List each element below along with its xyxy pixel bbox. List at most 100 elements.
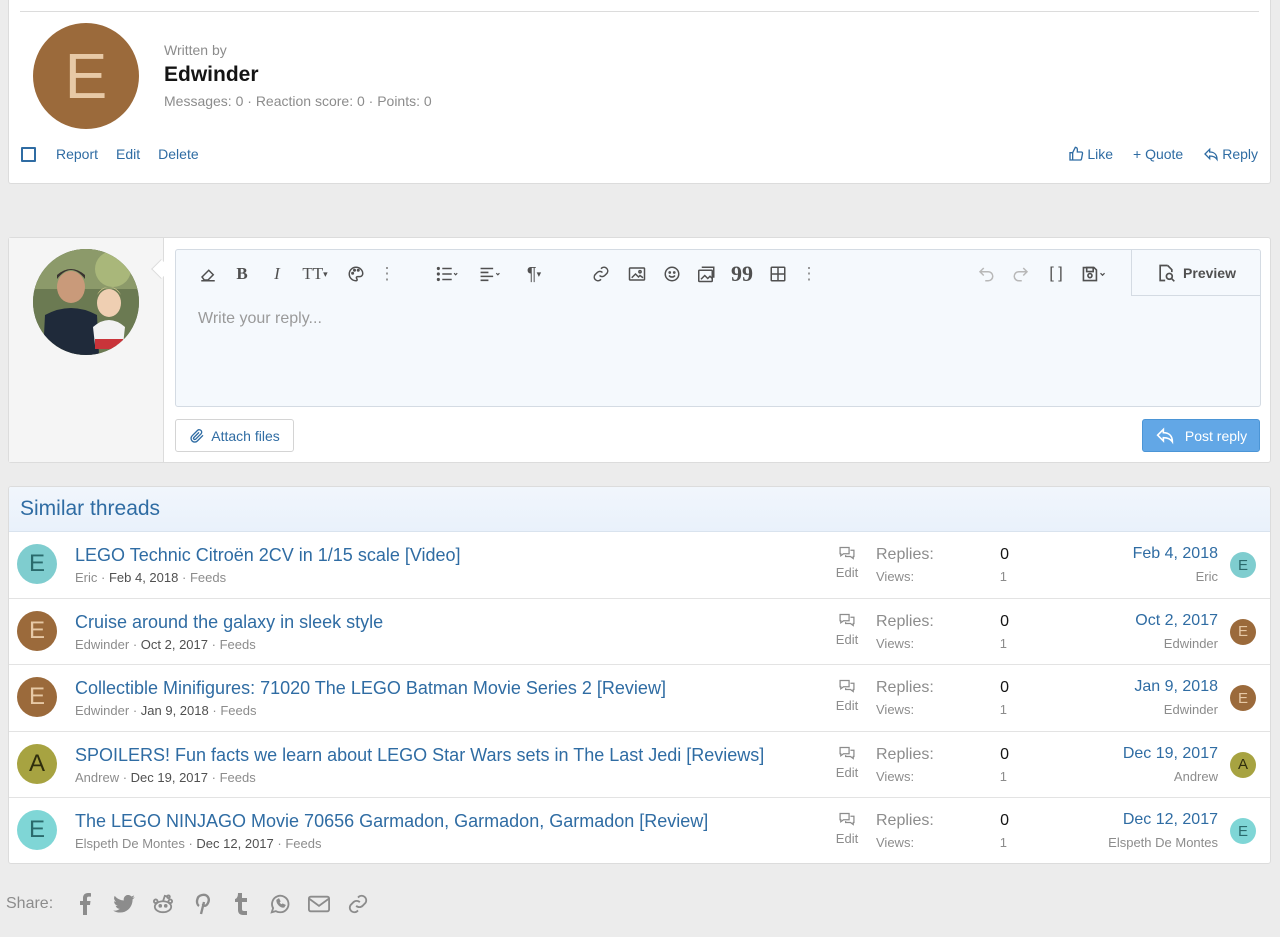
report-link[interactable]: Report	[56, 146, 98, 162]
thread-author-link[interactable]: Eric	[75, 570, 97, 585]
thread-forum-link[interactable]: Feeds	[220, 703, 256, 718]
twitter-icon[interactable]	[104, 895, 143, 913]
last-post-date-link[interactable]: Jan 9, 2018	[1134, 678, 1218, 696]
thread-edit-button[interactable]: Edit	[827, 612, 867, 647]
quote-button[interactable]: + Quote	[1133, 146, 1183, 162]
author-name[interactable]: Edwinder	[164, 63, 259, 87]
thread-start-date[interactable]: Feb 4, 2018	[109, 570, 178, 585]
reply-editor[interactable]: B I TT ▾ ⋮ ¶ ▾ 99 ⋮ [] Preview Write yo…	[175, 249, 1261, 407]
thread-start-date[interactable]: Oct 2, 2017	[141, 637, 208, 652]
link-icon[interactable]	[338, 893, 377, 915]
thread-forum-link[interactable]: Feeds	[220, 637, 256, 652]
facebook-icon[interactable]	[65, 893, 104, 915]
thread-forum-link[interactable]: Feeds	[220, 770, 256, 785]
similar-threads: Similar threads E LEGO Technic Citroën 2…	[8, 486, 1271, 864]
author-stats: Messages: 0 · Reaction score: 0 · Points…	[164, 93, 432, 109]
thread-start-date[interactable]: Dec 12, 2017	[196, 836, 273, 851]
attach-files-button[interactable]: Attach files	[175, 419, 294, 452]
table-icon[interactable]	[766, 263, 790, 285]
italic-icon[interactable]: I	[265, 263, 289, 285]
thread-title-link[interactable]: The LEGO NINJAGO Movie 70656 Garmadon, G…	[75, 811, 708, 832]
edit-link[interactable]: Edit	[116, 146, 140, 162]
last-post-user-avatar[interactable]: A	[1230, 751, 1256, 778]
whatsapp-icon[interactable]	[260, 893, 299, 915]
thread-title-link[interactable]: SPOILERS! Fun facts we learn about LEGO …	[75, 745, 764, 766]
post-reply-label: Post reply	[1184, 427, 1248, 444]
drafts-icon[interactable]	[1076, 263, 1112, 285]
thread-author-link[interactable]: Edwinder	[75, 637, 129, 652]
bold-icon[interactable]: B	[230, 263, 254, 285]
email-icon[interactable]	[299, 895, 338, 913]
written-by-label: Written by	[164, 42, 227, 58]
tumblr-icon[interactable]	[221, 893, 260, 915]
delete-link[interactable]: Delete	[158, 146, 198, 162]
thread-edit-button[interactable]: Edit	[827, 545, 867, 580]
thread-author-avatar[interactable]: E	[17, 610, 57, 651]
last-post-date-link[interactable]: Dec 12, 2017	[1123, 811, 1218, 829]
thread-edit-button[interactable]: Edit	[827, 811, 867, 846]
thread-forum-link[interactable]: Feeds	[285, 836, 321, 851]
thread-author-link[interactable]: Elspeth De Montes	[75, 836, 185, 851]
post-actions-right: Like + Quote Reply	[1048, 146, 1258, 162]
last-post-user-link[interactable]: Eric	[1196, 569, 1218, 584]
user-avatar[interactable]	[33, 249, 139, 355]
share-bar: Share:	[6, 893, 377, 915]
image-icon[interactable]	[625, 263, 649, 285]
thread-edit-button[interactable]: Edit	[827, 678, 867, 713]
thread-start-date[interactable]: Dec 19, 2017	[131, 770, 208, 785]
preview-button[interactable]: Preview	[1131, 250, 1260, 296]
preview-icon	[1159, 264, 1175, 282]
like-button[interactable]: Like	[1068, 146, 1113, 162]
list-icon[interactable]	[430, 263, 464, 285]
comments-icon	[839, 680, 855, 693]
media-icon[interactable]	[695, 263, 719, 285]
select-post-checkbox[interactable]	[21, 146, 36, 162]
thread-author-avatar[interactable]: E	[17, 544, 57, 584]
thread-title-link[interactable]: Cruise around the galaxy in sleek style	[75, 612, 383, 633]
reply-button[interactable]: Reply	[1203, 146, 1258, 162]
thread-title-link[interactable]: Collectible Minifigures: 71020 The LEGO …	[75, 678, 666, 699]
thread-author-avatar[interactable]: E	[17, 810, 57, 851]
replies-count: 0	[1000, 812, 1009, 830]
palette-icon[interactable]	[344, 263, 368, 285]
views-label: Views:	[876, 768, 915, 784]
last-post-date-link[interactable]: Dec 19, 2017	[1123, 745, 1218, 763]
last-post-user-link[interactable]: Edwinder	[1164, 636, 1218, 651]
last-post-user-avatar[interactable]: E	[1230, 685, 1256, 712]
quote-icon[interactable]: 99	[730, 261, 754, 286]
last-post-user-link[interactable]: Elspeth De Montes	[1108, 835, 1218, 850]
reply-input[interactable]: Write your reply...	[198, 310, 322, 328]
thread-author-link[interactable]: Andrew	[75, 770, 119, 785]
thread-author-avatar[interactable]: A	[17, 743, 57, 784]
undo-icon[interactable]	[974, 263, 998, 285]
thread-author-avatar[interactable]: E	[17, 677, 57, 718]
paragraph-icon[interactable]: ¶ ▾	[517, 263, 551, 285]
author-avatar[interactable]: E	[33, 23, 139, 129]
pinterest-icon[interactable]	[182, 893, 221, 915]
last-post-date-link[interactable]: Feb 4, 2018	[1133, 545, 1218, 563]
last-post-user-avatar[interactable]: E	[1230, 818, 1256, 845]
thread-start-date[interactable]: Jan 9, 2018	[141, 703, 209, 718]
last-post-user-link[interactable]: Edwinder	[1164, 702, 1218, 717]
eraser-icon[interactable]	[196, 263, 220, 285]
more-vertical-icon[interactable]: ⋮	[797, 263, 821, 285]
reddit-icon[interactable]	[143, 894, 182, 914]
align-icon[interactable]	[473, 263, 507, 285]
text-size-icon[interactable]: TT ▾	[298, 263, 332, 285]
last-post-user-avatar[interactable]: E	[1230, 618, 1256, 645]
last-post-date-link[interactable]: Oct 2, 2017	[1135, 612, 1218, 630]
redo-icon[interactable]	[1009, 263, 1033, 285]
thread-edit-button[interactable]: Edit	[827, 745, 867, 780]
thread-author-link[interactable]: Edwinder	[75, 703, 129, 718]
bbcode-icon[interactable]: [ ]	[1044, 263, 1068, 285]
thread-title-link[interactable]: LEGO Technic Citroën 2CV in 1/15 scale […	[75, 545, 461, 566]
link-icon[interactable]	[589, 263, 613, 285]
last-post-user-link[interactable]: Andrew	[1174, 769, 1218, 784]
views-count: 1	[999, 635, 1007, 651]
last-post-user-avatar[interactable]: E	[1230, 552, 1256, 578]
more-vertical-icon[interactable]: ⋮	[375, 263, 399, 285]
thread-forum-link[interactable]: Feeds	[190, 570, 226, 585]
post-reply-button[interactable]: Post reply	[1142, 419, 1260, 452]
reply-icon	[1156, 426, 1174, 444]
smilie-icon[interactable]	[660, 263, 684, 285]
